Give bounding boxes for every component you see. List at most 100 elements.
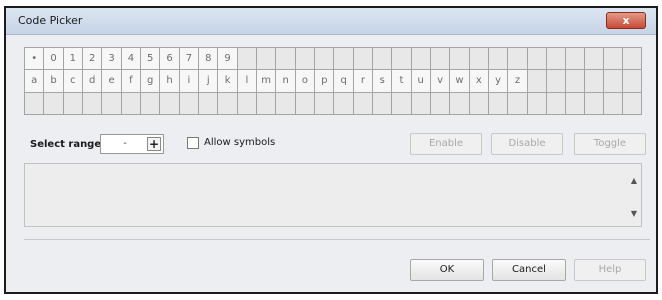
disable-button[interactable]: Disable (491, 133, 563, 155)
grid-cell[interactable] (583, 46, 604, 71)
grid-cell[interactable] (140, 91, 161, 116)
ok-button[interactable]: OK (410, 259, 484, 281)
grid-cell[interactable] (564, 91, 585, 116)
grid-cell[interactable]: n (275, 69, 296, 93)
grid-cell[interactable]: q (333, 69, 354, 93)
grid-cell[interactable]: l (236, 69, 257, 93)
toggle-button[interactable]: Toggle (574, 133, 646, 155)
grid-cell[interactable]: b (43, 69, 64, 93)
grid-cell[interactable] (526, 69, 547, 93)
grid-cell[interactable] (391, 91, 412, 116)
grid-cell[interactable]: a (23, 69, 45, 93)
grid-cell[interactable] (449, 46, 470, 71)
grid-cell[interactable] (352, 46, 374, 71)
grid-cell[interactable]: u (410, 69, 431, 93)
grid-cell[interactable] (294, 91, 316, 116)
grid-cell[interactable]: s (372, 69, 393, 93)
grid-cell[interactable] (507, 46, 528, 71)
grid-cell[interactable]: z (507, 69, 528, 93)
grid-cell[interactable] (82, 91, 103, 116)
grid-cell[interactable]: 1 (62, 46, 84, 71)
grid-cell[interactable]: 4 (120, 46, 142, 71)
grid-cell[interactable] (198, 91, 219, 116)
scroll-up-icon[interactable]: ▲ (631, 176, 637, 185)
grid-cell[interactable] (583, 91, 604, 116)
grid-cell[interactable]: k (217, 69, 238, 93)
grid-cell[interactable]: d (82, 69, 103, 93)
grid-cell[interactable] (583, 69, 604, 93)
grid-cell[interactable]: v (429, 69, 451, 93)
grid-cell[interactable] (352, 91, 374, 116)
grid-cell[interactable]: 3 (101, 46, 122, 71)
grid-cell[interactable] (410, 91, 431, 116)
grid-cell[interactable] (159, 91, 180, 116)
grid-cell[interactable]: c (62, 69, 84, 93)
grid-cell[interactable]: y (487, 69, 509, 93)
grid-cell[interactable] (372, 91, 393, 116)
grid-cell[interactable] (545, 69, 566, 93)
grid-cell[interactable] (236, 46, 257, 71)
grid-cell[interactable] (333, 46, 354, 71)
grid-cell[interactable] (178, 91, 200, 116)
grid-cell[interactable] (545, 91, 566, 116)
selection-textarea[interactable]: ▲ ▼ (24, 163, 642, 227)
close-button[interactable]: x (606, 12, 646, 29)
grid-cell[interactable] (429, 46, 451, 71)
grid-cell[interactable]: 6 (159, 46, 180, 71)
grid-cell[interactable] (564, 69, 585, 93)
grid-cell[interactable] (507, 91, 528, 116)
grid-cell[interactable]: j (198, 69, 219, 93)
grid-cell[interactable] (275, 91, 296, 116)
grid-cell[interactable] (545, 46, 566, 71)
grid-cell[interactable] (217, 91, 238, 116)
grid-cell[interactable] (429, 91, 451, 116)
grid-cell[interactable]: 7 (178, 46, 200, 71)
grid-cell[interactable]: • (23, 46, 45, 71)
grid-cell[interactable] (487, 91, 509, 116)
grid-cell[interactable] (236, 91, 257, 116)
grid-cell[interactable] (333, 91, 354, 116)
grid-cell[interactable] (314, 46, 335, 71)
grid-cell[interactable]: x (468, 69, 489, 93)
grid-cell[interactable] (564, 46, 585, 71)
grid-cell[interactable] (255, 91, 277, 116)
grid-cell[interactable] (372, 46, 393, 71)
grid-cell[interactable] (602, 91, 623, 116)
grid-cell[interactable]: 9 (217, 46, 238, 71)
grid-cell[interactable]: w (449, 69, 470, 93)
grid-cell[interactable]: 2 (82, 46, 103, 71)
grid-cell[interactable]: r (352, 69, 374, 93)
grid-cell[interactable]: e (101, 69, 122, 93)
grid-cell[interactable]: g (140, 69, 161, 93)
grid-cell[interactable]: p (314, 69, 335, 93)
grid-cell[interactable]: o (294, 69, 316, 93)
grid-cell[interactable] (526, 46, 547, 71)
grid-cell[interactable] (602, 69, 623, 93)
grid-cell[interactable]: f (120, 69, 142, 93)
grid-cell[interactable]: i (178, 69, 200, 93)
grid-cell[interactable] (294, 46, 316, 71)
help-button[interactable]: Help (574, 259, 646, 281)
grid-cell[interactable] (314, 91, 335, 116)
grid-cell[interactable] (468, 46, 489, 71)
grid-cell[interactable]: h (159, 69, 180, 93)
grid-cell[interactable] (487, 46, 509, 71)
enable-button[interactable]: Enable (410, 133, 482, 155)
grid-cell[interactable] (526, 91, 547, 116)
grid-cell[interactable]: m (255, 69, 277, 93)
grid-cell[interactable] (391, 46, 412, 71)
scroll-down-icon[interactable]: ▼ (631, 209, 637, 218)
plus-icon[interactable]: + (147, 137, 161, 151)
grid-cell[interactable] (275, 46, 296, 71)
cancel-button[interactable]: Cancel (492, 259, 566, 281)
grid-cell[interactable]: t (391, 69, 412, 93)
grid-cell[interactable] (120, 91, 142, 116)
grid-cell[interactable] (621, 69, 643, 93)
allow-symbols-checkbox[interactable] (187, 137, 199, 149)
grid-cell[interactable] (23, 91, 45, 116)
grid-cell[interactable]: 0 (43, 46, 64, 71)
grid-cell[interactable] (255, 46, 277, 71)
range-stepper[interactable]: - + (100, 134, 164, 154)
grid-cell[interactable] (468, 91, 489, 116)
grid-cell[interactable] (43, 91, 64, 116)
